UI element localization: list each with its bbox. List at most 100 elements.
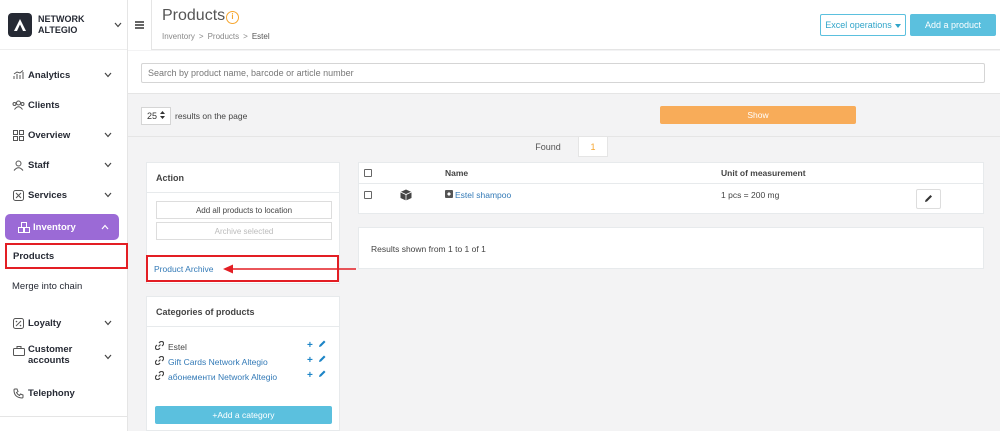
sidebar-item-label: Services [28, 189, 68, 201]
category-item[interactable]: Gift Cards Network Altegio [154, 355, 268, 367]
page-title: Products [162, 7, 226, 24]
chevron-down-icon [104, 130, 112, 141]
archive-selected-button[interactable]: Archive selected [156, 222, 332, 240]
clients-icon [12, 99, 25, 112]
product-unit: 1 pcs = 200 mg [721, 190, 780, 200]
sidebar-item-analytics[interactable]: Analytics [0, 62, 128, 88]
sidebar-item-services[interactable]: Services [0, 182, 128, 208]
staff-icon [12, 159, 25, 172]
chevron-up-icon [101, 222, 109, 233]
breadcrumb-item-products[interactable]: Products [208, 32, 240, 41]
product-name-link[interactable]: Estel shampoo [455, 190, 511, 200]
excel-operations-label: Excel operations [825, 20, 892, 30]
sidebar-item-merge-into-chain[interactable]: Merge into chain [0, 273, 128, 299]
category-actions: + [307, 340, 326, 351]
per-page-label: results on the page [175, 111, 248, 121]
link-icon [154, 340, 165, 352]
updown-arrows-icon [160, 111, 165, 121]
breadcrumb-item-inventory[interactable]: Inventory [162, 32, 195, 41]
sidebar-item-clients[interactable]: Clients [0, 92, 128, 118]
pencil-icon[interactable] [318, 340, 326, 351]
pencil-icon[interactable] [318, 370, 326, 381]
sidebar-item-label: Analytics [28, 69, 71, 81]
categories-panel: Categories of products Estel + Gift Card… [146, 296, 340, 431]
inventory-icon [17, 221, 30, 234]
sidebar-item-customer-accounts[interactable]: Customer accounts [0, 344, 128, 374]
product-archive-link[interactable]: Product Archive [154, 264, 214, 274]
table-header-divider [358, 183, 984, 184]
plus-icon[interactable]: + [307, 340, 313, 351]
breadcrumb-separator: > [198, 32, 204, 41]
category-item[interactable]: абонементи Network Altegio [154, 370, 278, 382]
chevron-down-icon [104, 352, 112, 363]
sidebar-item-overview[interactable]: Overview [0, 122, 128, 148]
customer-accounts-icon [12, 344, 25, 357]
sidebar-item-label: Clients [28, 99, 60, 111]
link-icon [154, 355, 165, 367]
chevron-down-icon[interactable] [114, 20, 122, 30]
action-panel-title: Action [147, 163, 339, 193]
sidebar-item-telephony[interactable]: Telephony [0, 380, 128, 406]
per-page-value: 25 [146, 111, 157, 121]
show-button[interactable]: Show [660, 106, 856, 124]
breadcrumb: Inventory > Products > Estel [162, 32, 270, 41]
sidebar-divider [0, 416, 128, 417]
sidebar-item-label: Inventory [33, 221, 76, 233]
loyalty-icon [12, 317, 25, 330]
column-header-unit[interactable]: Unit of measurement [721, 168, 806, 178]
category-item[interactable]: Estel [154, 340, 187, 352]
product-type-icon [445, 190, 453, 200]
row-checkbox[interactable] [364, 191, 372, 199]
found-tab: Found [518, 137, 578, 157]
sidebar-item-label: Loyalty [28, 317, 62, 329]
sidebar-item-inventory[interactable]: Inventory [5, 214, 119, 240]
sidebar-item-label: Customer accounts [28, 344, 73, 366]
sidebar-item-label: Overview [28, 129, 71, 141]
chevron-down-icon [104, 318, 112, 329]
hamburger-menu-icon[interactable] [128, 0, 152, 50]
plus-icon[interactable]: + [307, 370, 313, 381]
category-name: Estel [168, 341, 187, 352]
categories-panel-title: Categories of products [147, 297, 339, 327]
annotation-arrow-icon [223, 264, 356, 274]
add-product-button[interactable]: Add a product [910, 14, 996, 36]
add-all-products-button[interactable]: Add all products to location [156, 201, 332, 219]
analytics-icon [12, 69, 25, 82]
category-name: абонементи Network Altegio [168, 371, 278, 382]
phone-icon [12, 387, 25, 400]
per-page-select[interactable]: 25 [141, 107, 171, 125]
sidebar-item-staff[interactable]: Staff [0, 152, 128, 178]
excel-operations-button[interactable]: Excel operations [820, 14, 906, 36]
link-icon [154, 370, 165, 382]
search-bar [128, 51, 1000, 94]
category-actions: + [307, 370, 326, 381]
pagination-bar: 25 results on the page [128, 95, 1000, 137]
search-input[interactable] [141, 63, 985, 83]
breadcrumb-separator: > [243, 32, 248, 41]
chevron-down-icon [104, 160, 112, 171]
sidebar-item-loyalty[interactable]: Loyalty [0, 310, 128, 336]
category-actions: + [307, 355, 326, 366]
column-header-name[interactable]: Name [445, 168, 468, 178]
chevron-down-icon [104, 70, 112, 81]
box-icon [400, 189, 412, 203]
header: Products i Inventory > Products > Estel Exce… [152, 0, 1000, 50]
services-icon [12, 189, 25, 202]
info-icon[interactable]: i [226, 11, 239, 24]
results-summary-panel: Results shown from 1 to 1 of 1 [358, 227, 984, 269]
overview-icon [12, 129, 25, 142]
sidebar: NETWORK ALTEGIO Analytics Clients Overvi… [0, 0, 128, 431]
sidebar-item-products[interactable]: Products [5, 243, 128, 269]
select-all-checkbox[interactable] [364, 169, 372, 177]
results-summary: Results shown from 1 to 1 of 1 [371, 244, 486, 254]
altegio-logo-icon[interactable] [8, 12, 32, 37]
sidebar-item-label: Merge into chain [12, 280, 83, 292]
plus-icon[interactable]: + [307, 355, 313, 366]
edit-product-button[interactable] [916, 189, 941, 209]
sidebar-item-label: Products [13, 250, 55, 262]
pencil-icon[interactable] [318, 355, 326, 366]
add-category-button[interactable]: +Add a category [155, 406, 332, 424]
pencil-icon [924, 194, 933, 205]
chevron-down-icon [104, 190, 112, 201]
caret-down-icon [894, 20, 901, 30]
